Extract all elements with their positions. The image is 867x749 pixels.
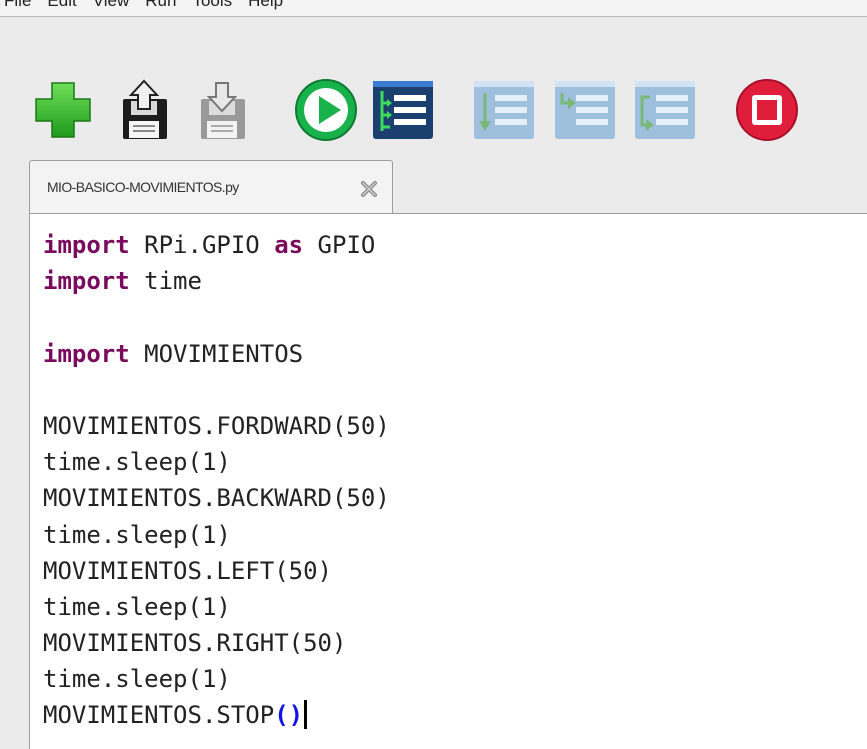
code-token: MOVIMIENTOS.STOP [43,701,275,730]
tab-file[interactable]: MIO-BASICO-MOVIMIENTOS.py [29,160,393,214]
code-keyword: import [43,339,130,368]
code-line: import time [43,263,390,299]
play-icon [295,79,357,141]
code-line: MOVIMIENTOS.LEFT(50) [43,553,390,589]
debug-icon [373,81,433,139]
run-button[interactable] [293,77,359,143]
save-file-button[interactable] [189,77,255,143]
code-line: MOVIMIENTOS.FORDWARD(50) [43,408,390,444]
code-line: time.sleep(1) [43,589,390,625]
plus-icon [35,82,91,138]
menu-item-tools[interactable]: Tools [192,0,232,11]
code-keyword: import [43,267,130,296]
text-caret [304,700,308,730]
step-into-icon [555,81,615,139]
code-line: MOVIMIENTOS.RIGHT(50) [43,625,390,661]
debug-button[interactable] [370,77,436,143]
menu-item-file[interactable]: File [4,0,31,11]
menu-item-help[interactable]: Help [248,0,283,11]
step-out-icon [635,81,695,139]
code-line: import MOVIMIENTOS [43,336,390,372]
code-line: time.sleep(1) [43,444,390,480]
close-icon[interactable] [360,180,378,198]
stop-button[interactable] [734,77,800,143]
code-token: MOVIMIENTOS.RIGHT(50) [43,629,347,658]
code-token: time.sleep(1) [43,520,231,549]
code-token: MOVIMIENTOS.BACKWARD(50) [43,484,390,513]
floppy-upload-icon [123,79,167,139]
menu-bar: File Edit View Run Tools Help [0,0,867,17]
code-bracket-match: () [274,701,304,730]
code-line: time.sleep(1) [43,661,390,697]
step-out-button[interactable] [632,77,698,143]
code-token: MOVIMIENTOS.FORDWARD(50) [43,411,390,440]
code-token: GPIO [303,231,376,259]
toolbar [0,17,867,157]
step-over-button[interactable] [471,77,537,143]
menu-item-view[interactable]: View [93,0,130,11]
open-file-button[interactable] [111,77,177,143]
code-editor[interactable]: import RPi.GPIO as GPIO import time import… [29,213,867,749]
menu-item-run[interactable]: Run [145,0,176,11]
step-into-button[interactable] [552,77,618,143]
code-keyword: as [274,231,304,259]
tab-filename: MIO-BASICO-MOVIMIENTOS.py [47,179,239,195]
code-line: MOVIMIENTOS.STOP() [43,697,390,733]
code-line: import RPi.GPIO as GPIO [43,227,390,263]
new-file-button[interactable] [30,77,96,143]
menu-item-edit[interactable]: Edit [47,0,76,11]
code-token: time [129,267,202,296]
code-keyword: import [43,231,130,259]
stop-icon [736,79,798,141]
code-token: time.sleep(1) [43,665,231,694]
code-token: MOVIMIENTOS.LEFT(50) [43,556,332,585]
code-token: MOVIMIENTOS [129,339,304,368]
code-token: time.sleep(1) [43,592,231,621]
step-over-icon [474,81,534,139]
code-line: MOVIMIENTOS.BACKWARD(50) [43,480,390,516]
code-area[interactable]: import RPi.GPIO as GPIO import time import… [43,227,390,734]
code-token: RPi.GPIO [129,231,275,259]
code-line: time.sleep(1) [43,517,390,553]
code-token: time.sleep(1) [43,448,231,477]
floppy-save-icon [201,82,245,139]
